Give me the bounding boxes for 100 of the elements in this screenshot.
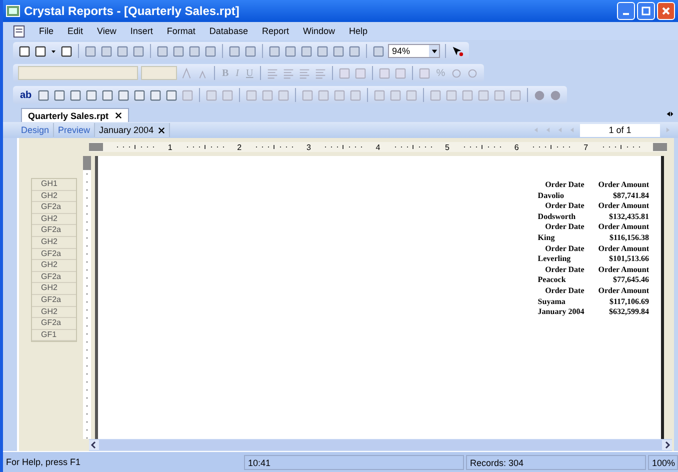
menu-item[interactable]: Database — [202, 26, 255, 36]
section-label[interactable]: GH2 — [32, 190, 76, 202]
status-records: Records: 304 — [466, 454, 646, 470]
employee-name: Dodsworth — [538, 212, 577, 222]
ruler-number: 3 — [306, 142, 311, 152]
align-icon[interactable] — [282, 66, 296, 80]
status-zoom: 100% — [648, 454, 678, 470]
ruler-number: 7 — [584, 142, 588, 152]
total-amount: $632,599.84 — [608, 307, 649, 318]
order-amount: $87,741.84 — [612, 190, 649, 202]
document-tab[interactable]: Quarterly Sales.rpt — [21, 108, 129, 122]
section-label[interactable]: GH1 — [32, 179, 76, 191]
ruler-ticks-drawing — [253, 144, 296, 150]
section-label[interactable]: GH2 — [32, 214, 76, 226]
ruler-ticks-drawing — [530, 144, 572, 150]
align-icon[interactable] — [314, 66, 328, 80]
menu-item[interactable]: Report — [254, 26, 296, 36]
page-indicator: 1 of 1 — [580, 124, 660, 136]
employee-name: Leverling — [538, 254, 572, 265]
menu-item[interactable]: File — [32, 26, 61, 36]
section-label[interactable]: GF2a — [32, 272, 76, 284]
close-icon — [661, 6, 671, 16]
ruler-ticks-drawing — [114, 144, 156, 150]
horizontal-scrollbar[interactable] — [89, 439, 672, 451]
help-icon[interactable] — [451, 44, 464, 58]
status-time: 10:41 — [244, 454, 464, 470]
window-title: Crystal Reports - [Quarterly Sales.rpt] — [24, 4, 240, 18]
maximize-button[interactable] — [637, 2, 655, 20]
employee-name: Davolio — [538, 190, 566, 202]
employee-name: Suyama — [538, 296, 566, 308]
align-icon[interactable] — [266, 66, 280, 80]
section-label[interactable]: GF1 — [32, 330, 76, 342]
close-icon[interactable] — [158, 126, 165, 134]
ruler-margin-marker[interactable] — [89, 143, 103, 151]
column-heading: Order Date — [544, 201, 584, 212]
section-label[interactable]: GF2a — [32, 318, 76, 330]
employee-name: Peacock — [538, 275, 567, 286]
column-heading: Order Amount — [598, 244, 649, 254]
column-heading: Order Date — [544, 222, 584, 233]
document-icon[interactable] — [13, 24, 26, 38]
column-heading: Order Amount — [598, 180, 649, 191]
scroll-right-icon[interactable] — [662, 440, 672, 450]
ruler-number: 5 — [445, 142, 450, 152]
scroll-left-icon[interactable] — [89, 440, 99, 450]
minimize-icon — [623, 13, 629, 15]
close-icon[interactable] — [114, 112, 122, 119]
menu-item[interactable]: Insert — [123, 26, 160, 36]
status-text: For Help, press F1 — [5, 456, 82, 469]
section-label[interactable]: GF2a — [32, 248, 76, 260]
maximize-icon — [641, 6, 651, 16]
app-icon — [6, 5, 20, 17]
align-icon[interactable] — [298, 66, 312, 80]
view-tab[interactable]: January 2004 — [95, 123, 170, 137]
menu-item[interactable]: View — [90, 26, 124, 36]
zoom-field[interactable]: 94% — [388, 44, 440, 58]
font-name-field[interactable] — [18, 66, 138, 80]
column-heading: Order Amount — [598, 222, 649, 233]
total-label: January 2004 — [538, 307, 584, 318]
scroll-arrows-icon[interactable] — [666, 110, 674, 118]
view-tab[interactable]: Design — [17, 123, 54, 137]
section-label[interactable]: GF2a — [32, 294, 76, 307]
employee-name: King — [538, 232, 556, 244]
column-heading: Order Amount — [598, 201, 649, 212]
section-label[interactable]: GF2a — [32, 225, 76, 237]
order-amount: $101,513.66 — [608, 254, 649, 265]
circle-icon[interactable] — [532, 88, 546, 102]
decimal-icon[interactable] — [466, 66, 480, 80]
column-heading: Order Amount — [598, 264, 649, 276]
font-size-field[interactable] — [141, 66, 177, 80]
column-heading: Order Date — [544, 264, 584, 276]
order-amount: $117,106.69 — [608, 296, 649, 308]
ruler-number: 2 — [237, 142, 242, 152]
order-amount: $116,156.38 — [608, 232, 649, 244]
menu-item[interactable]: Window — [296, 26, 342, 36]
section-label[interactable]: GF2a — [32, 202, 76, 214]
menu-item[interactable]: Help — [342, 26, 374, 36]
column-heading: Order Date — [544, 244, 584, 254]
order-amount: $77,645.46 — [612, 275, 649, 286]
ruler-margin-marker[interactable] — [652, 143, 667, 151]
ruler-margin-marker[interactable] — [83, 156, 91, 170]
ruler-number: 1 — [168, 142, 172, 152]
section-label[interactable]: GH2 — [32, 306, 76, 318]
menu-item[interactable]: Edit — [60, 26, 90, 36]
order-amount: $132,435.81 — [608, 212, 649, 222]
decimal-icon[interactable] — [450, 66, 464, 80]
minimize-button[interactable] — [617, 2, 635, 20]
close-button[interactable] — [657, 2, 675, 20]
section-label[interactable]: GH2 — [32, 260, 76, 272]
column-heading: Order Amount — [598, 286, 649, 297]
menu-item[interactable]: Format — [160, 26, 202, 36]
section-label[interactable]: GH2 — [32, 236, 76, 249]
ruler-number: 6 — [514, 142, 519, 152]
section-label[interactable]: GH2 — [32, 283, 76, 295]
circle-icon[interactable] — [548, 88, 562, 102]
grow-font-icon[interactable] — [180, 66, 193, 80]
next-page-icon[interactable] — [664, 126, 672, 134]
column-heading: Order Date — [544, 180, 584, 191]
text-object-button[interactable]: ab — [18, 90, 34, 100]
ruler-number: 4 — [376, 142, 380, 152]
caret-icon[interactable] — [430, 48, 438, 54]
